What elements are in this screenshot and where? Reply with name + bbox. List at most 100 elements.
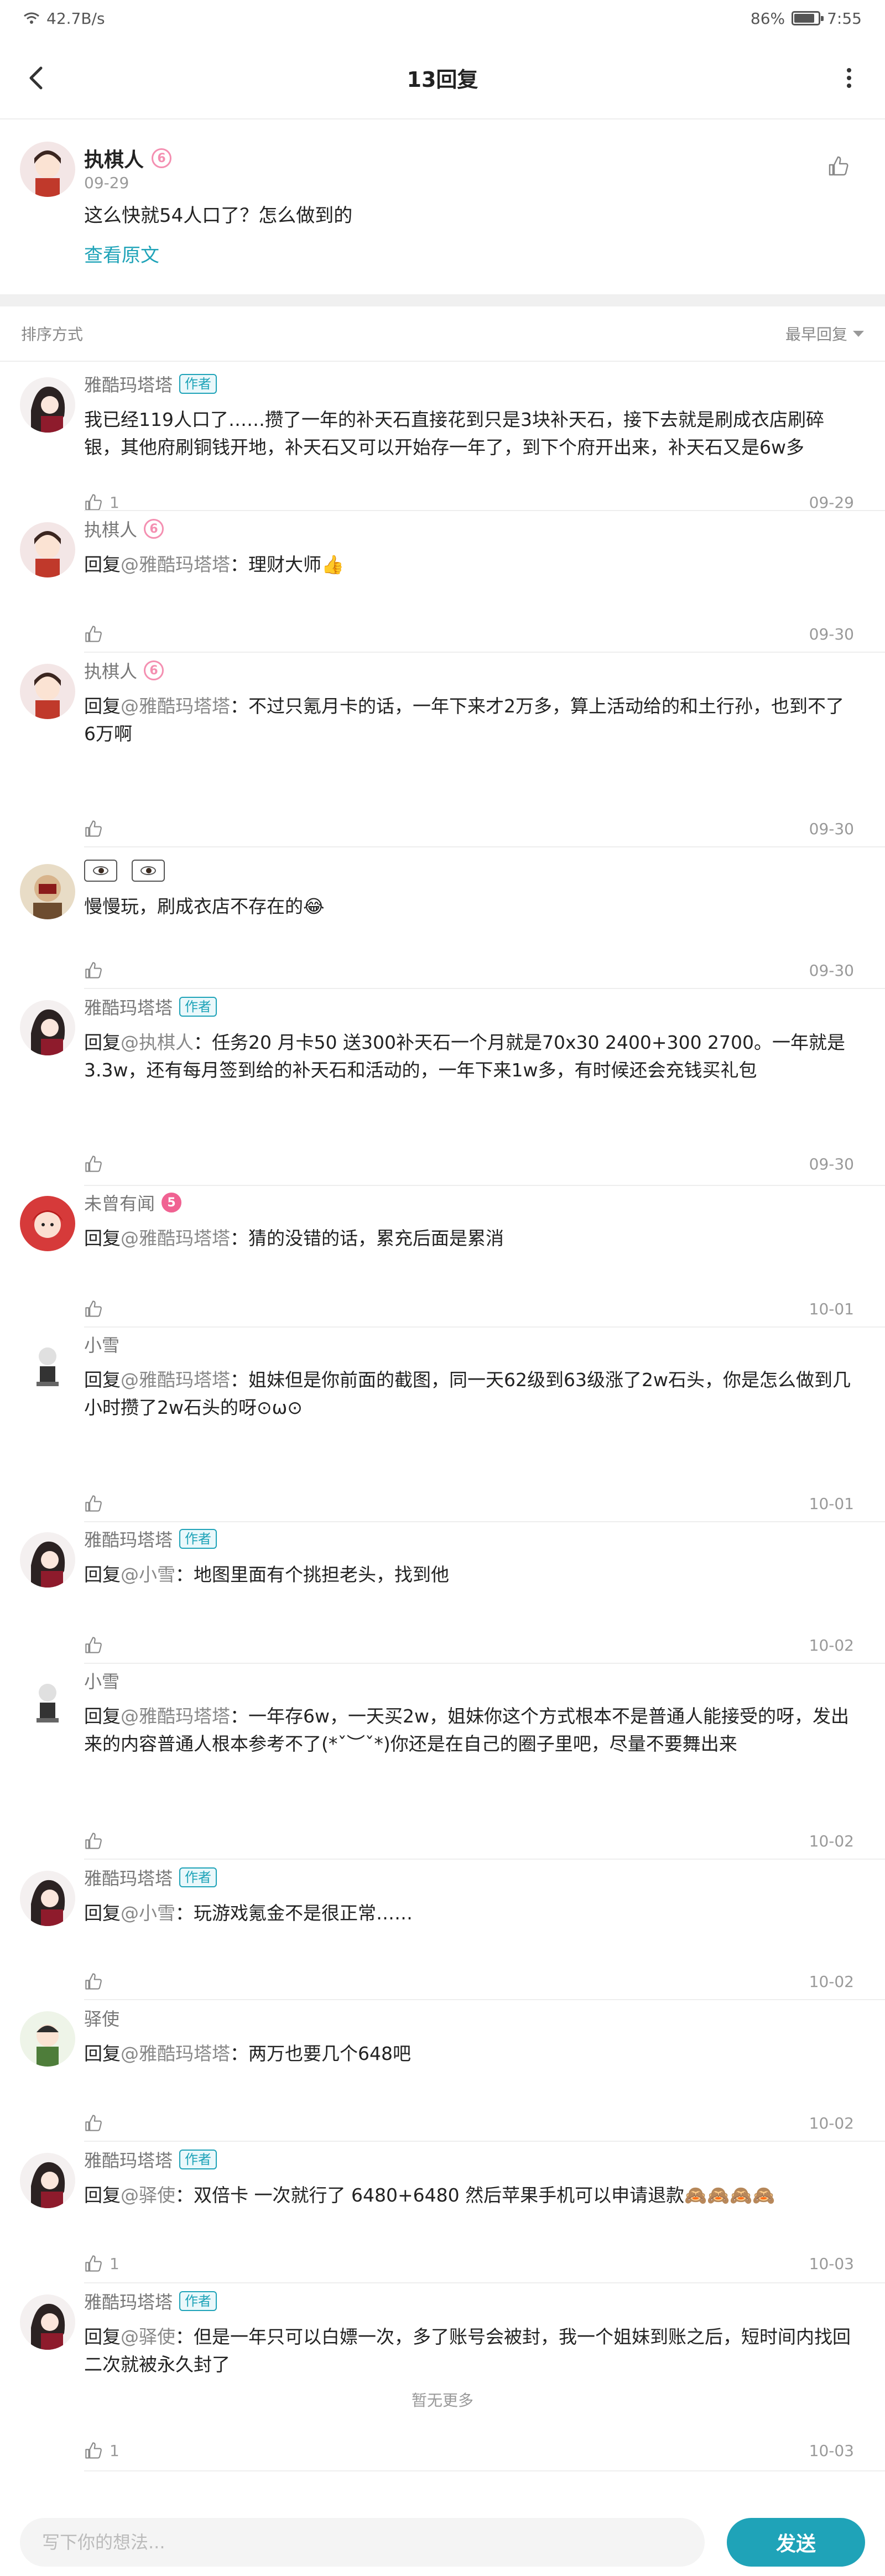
reply-header <box>84 858 173 883</box>
reply-prefix: 回复 <box>84 2043 121 2064</box>
avatar[interactable] <box>20 377 75 433</box>
comment-input[interactable] <box>20 2518 705 2567</box>
reply-text: ：地图里面有个挑担老头，找到他 <box>175 1564 449 1585</box>
username[interactable]: 执棋人 <box>84 516 137 542</box>
avatar[interactable] <box>20 864 75 919</box>
nav-bar: 13回复 <box>0 37 885 119</box>
like-button[interactable] <box>84 819 103 838</box>
reply-header: 驿使 <box>84 2006 119 2030</box>
reply-item[interactable]: 雅酷玛塔塔 作者 回复@驿使：但是一年只可以白嫖一次，多了账号会被封，我一个姐妹到账… <box>0 2283 885 2471</box>
reply-item[interactable]: 雅酷玛塔塔 作者 我已经119人口了……攒了一年的补天石直接花到只是3块补天石，接下… <box>0 362 885 512</box>
mention-link[interactable]: @驿使 <box>121 2184 175 2206</box>
reply-body: 慢慢玩，刷成衣店不存在的😂 <box>84 893 854 920</box>
like-button[interactable] <box>84 1972 103 1991</box>
clock: 7:55 <box>827 9 862 28</box>
username[interactable]: 雅酷玛塔塔 <box>84 371 173 397</box>
reply-item[interactable]: 执棋人 6 回复@雅酷玛塔塔：理财大师👍 09-30 <box>0 511 885 653</box>
avatar[interactable] <box>20 1196 75 1251</box>
reply-text: 慢慢玩，刷成衣店不存在的😂 <box>84 896 325 917</box>
reply-item[interactable]: 雅酷玛塔塔 作者 回复@小雪：地图里面有个挑担老头，找到他 10-02 <box>0 1522 885 1664</box>
username[interactable]: 未曾有闻 <box>84 1190 155 1215</box>
avatar[interactable] <box>20 1338 75 1393</box>
avatar[interactable] <box>20 1674 75 1729</box>
author-badge: 作者 <box>179 1529 217 1549</box>
wifi-icon <box>24 12 39 24</box>
username[interactable]: 雅酷玛塔塔 <box>84 1526 173 1552</box>
caret-down-icon <box>853 330 864 337</box>
username[interactable]: 雅酷玛塔塔 <box>84 2288 173 2314</box>
like-button[interactable]: 1 <box>84 2254 119 2273</box>
mention-link[interactable]: @雅酷玛塔塔 <box>121 2043 230 2064</box>
thumbs-up-icon <box>85 1973 102 1990</box>
mention-link[interactable]: @雅酷玛塔塔 <box>121 695 230 717</box>
username[interactable]: 小雪 <box>84 1331 119 1357</box>
reply-footer: 10-02 <box>84 1634 854 1656</box>
avatar[interactable] <box>20 1532 75 1588</box>
sort-dropdown[interactable]: 最早回复 <box>785 322 864 345</box>
like-button[interactable] <box>84 1154 103 1173</box>
avatar[interactable] <box>20 664 75 719</box>
avatar[interactable] <box>20 2011 75 2067</box>
reply-item[interactable]: 执棋人 6 回复@雅酷玛塔塔：不过只氪月卡的话，一年下来才2万多，算上活动给的和土行… <box>0 653 885 847</box>
reply-item[interactable]: 小雪 回复@雅酷玛塔塔：姐妹但是你前面的截图，同一天62级到63级涨了2w石头，你… <box>0 1328 885 1522</box>
like-button[interactable] <box>84 1831 103 1850</box>
mention-link[interactable]: @执棋人 <box>121 1032 194 1053</box>
like-button[interactable]: 1 <box>84 2441 119 2460</box>
mention-link[interactable]: @雅酷玛塔塔 <box>121 1227 230 1249</box>
avatar[interactable] <box>20 2153 75 2208</box>
reply-prefix: 回复 <box>84 554 121 575</box>
reply-body: 回复@雅酷玛塔塔：猜的没错的话，累充后面是累消 <box>84 1225 854 1252</box>
like-button[interactable] <box>84 1636 103 1654</box>
like-button[interactable] <box>84 1299 103 1318</box>
username[interactable]: 执棋人 <box>84 144 144 173</box>
reply-item[interactable]: 小雪 回复@雅酷玛塔塔：一年存6w，一天买2w，姐妹你这个方式根本不是普通人能接受… <box>0 1664 885 1860</box>
mention-link[interactable]: @雅酷玛塔塔 <box>121 1369 230 1391</box>
avatar[interactable] <box>20 1871 75 1926</box>
like-button[interactable] <box>84 2114 103 2132</box>
reply-footer: 10-02 <box>84 1830 854 1852</box>
avatar[interactable] <box>20 2294 75 2350</box>
reply-prefix: 回复 <box>84 2326 121 2348</box>
reply-item[interactable]: 慢慢玩，刷成衣店不存在的😂 09-30 <box>0 847 885 989</box>
username[interactable]: 雅酷玛塔塔 <box>84 1865 173 1890</box>
reply-item[interactable]: 驿使 回复@雅酷玛塔塔：两万也要几个648吧 10-02 <box>0 2000 885 2142</box>
thumbs-up-icon <box>85 494 102 511</box>
back-button[interactable] <box>17 59 55 97</box>
mention-link[interactable]: @雅酷玛塔塔 <box>121 1705 230 1727</box>
more-button[interactable] <box>830 59 868 97</box>
like-button[interactable] <box>84 1494 103 1513</box>
view-original-link[interactable]: 查看原文 <box>84 240 159 267</box>
reply-item[interactable]: 雅酷玛塔塔 作者 回复@执棋人：任务20 月卡50 送300补天石一个月就是70x3… <box>0 989 885 1186</box>
avatar[interactable] <box>20 1000 75 1055</box>
reply-date: 09-30 <box>809 819 854 838</box>
avatar[interactable] <box>20 142 75 197</box>
thumbs-up-icon <box>85 962 102 979</box>
reply-item[interactable]: 雅酷玛塔塔 作者 回复@驿使：双倍卡 一次就行了 6480+6480 然后苹果手机可… <box>0 2142 885 2283</box>
reply-header: 未曾有闻 5 <box>84 1190 182 1215</box>
mention-link[interactable]: @小雪 <box>121 1564 175 1585</box>
username[interactable]: 驿使 <box>84 2005 119 2031</box>
mention-link[interactable]: @雅酷玛塔塔 <box>121 554 230 575</box>
network-speed: 42.7B/s <box>46 9 105 28</box>
like-button[interactable] <box>827 155 854 181</box>
send-button[interactable]: 发送 <box>727 2518 865 2567</box>
mention-link[interactable]: @驿使 <box>121 2326 175 2348</box>
like-button[interactable]: 1 <box>84 493 119 512</box>
avatar[interactable] <box>20 522 75 577</box>
thumbs-up-icon <box>829 156 848 176</box>
username[interactable]: 雅酷玛塔塔 <box>84 994 173 1019</box>
username[interactable]: 小雪 <box>84 1668 119 1693</box>
reply-item[interactable]: 雅酷玛塔塔 作者 回复@小雪：玩游戏氪金不是很正常…… 10-02 <box>0 1860 885 2000</box>
reply-text: ：双倍卡 一次就行了 6480+6480 然后苹果手机可以申请退款🙈🙈🙈🙈 <box>175 2184 775 2206</box>
reply-body: 回复@驿使：双倍卡 一次就行了 6480+6480 然后苹果手机可以申请退款🙈🙈… <box>84 2182 854 2209</box>
reply-header: 雅酷玛塔塔 作者 <box>84 1865 217 1890</box>
reply-item[interactable]: 未曾有闻 5 回复@雅酷玛塔塔：猜的没错的话，累充后面是累消 10-01 <box>0 1186 885 1328</box>
username[interactable]: 雅酷玛塔塔 <box>84 2147 173 2172</box>
like-button[interactable] <box>84 961 103 980</box>
like-button[interactable] <box>84 625 103 643</box>
reply-body: 回复@小雪：玩游戏氪金不是很正常…… <box>84 1900 854 1927</box>
more-vertical-icon <box>847 68 851 88</box>
username[interactable]: 执棋人 <box>84 658 137 683</box>
reply-footer: 10-02 <box>84 2112 854 2134</box>
mention-link[interactable]: @小雪 <box>121 1902 175 1924</box>
